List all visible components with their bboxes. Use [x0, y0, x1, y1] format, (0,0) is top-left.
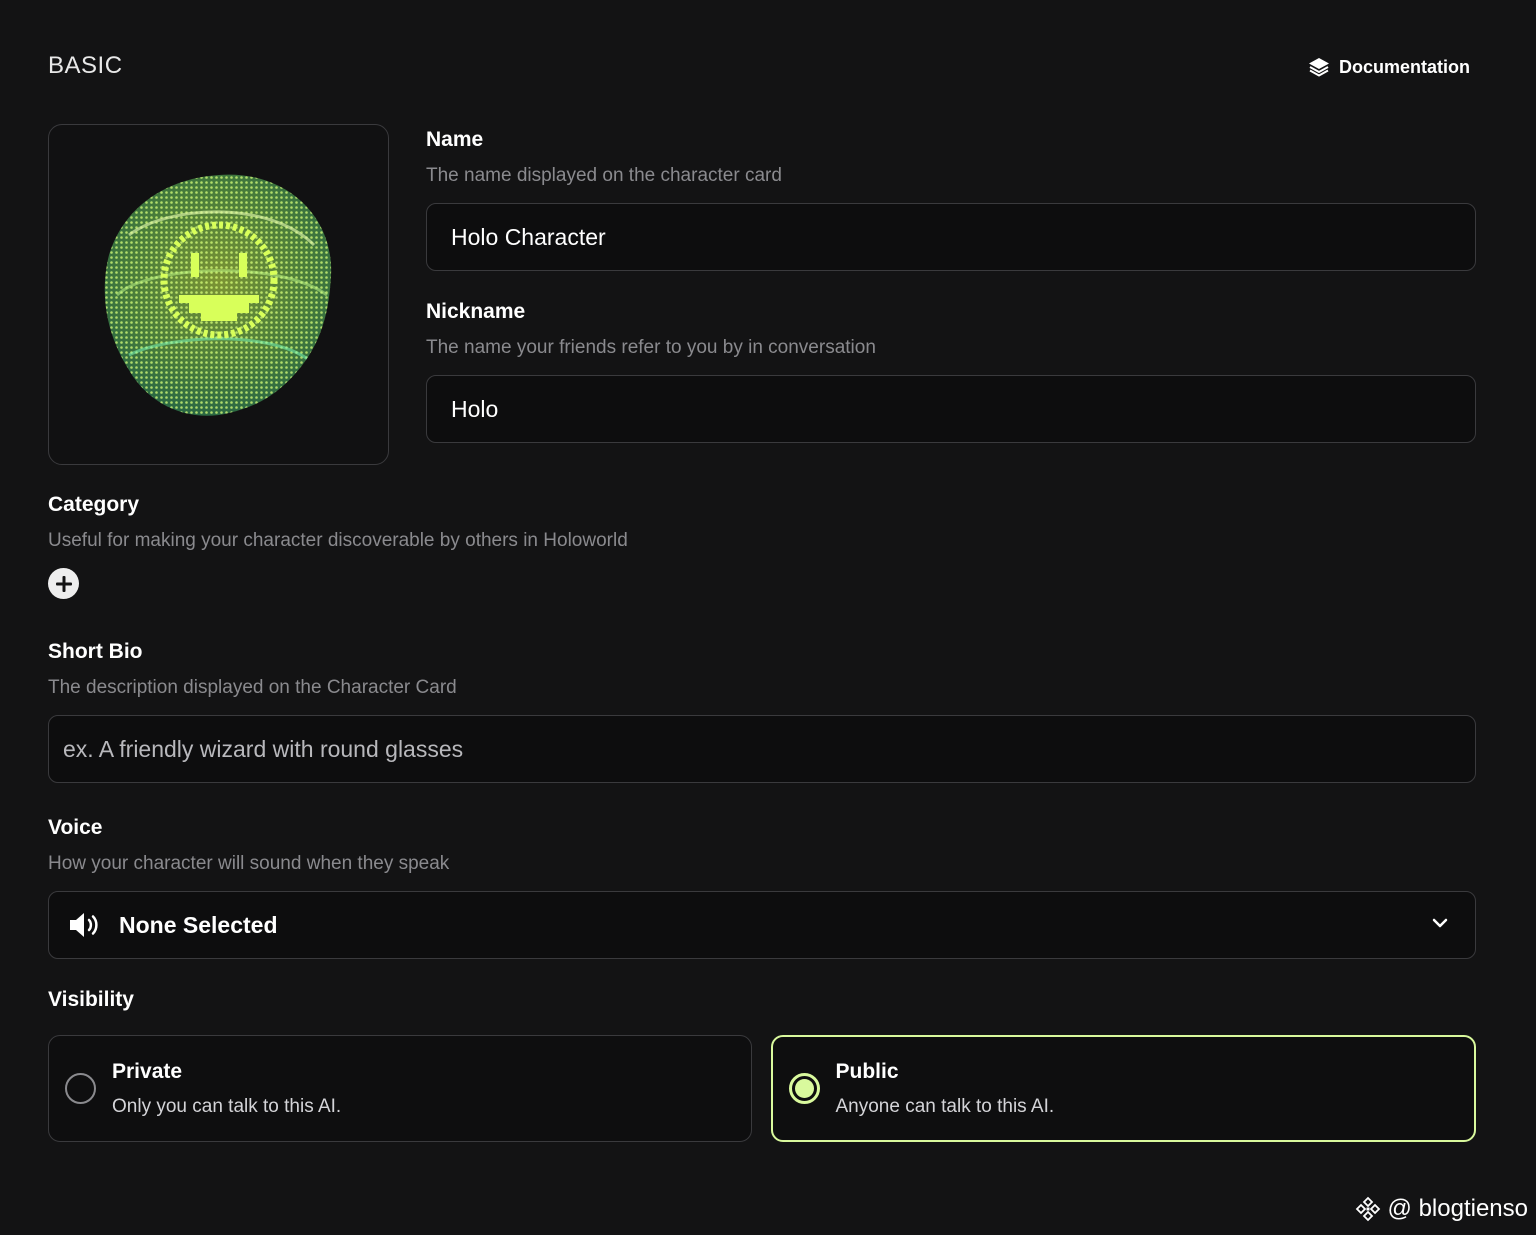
short-bio-field: Short Bio The description displayed on t… — [48, 640, 1476, 783]
public-desc: Anyone can talk to this AI. — [835, 1095, 1055, 1117]
visibility-private-option[interactable]: Private Only you can talk to this AI. — [48, 1035, 752, 1142]
watermark-text: @ blogtienso — [1387, 1195, 1528, 1222]
public-title: Public — [835, 1059, 899, 1083]
visibility-label: Visibility — [48, 988, 134, 1011]
short-bio-input[interactable]: ex. A friendly wizard with round glasses — [48, 715, 1476, 783]
voice-label: Voice — [48, 816, 103, 839]
nickname-input[interactable]: Holo — [426, 375, 1476, 443]
name-field: Name The name displayed on the character… — [426, 128, 1476, 271]
name-input[interactable]: Holo Character — [426, 203, 1476, 271]
section-title: BASIC — [48, 52, 123, 79]
category-field: Category Useful for making your characte… — [48, 493, 1476, 599]
voice-field: Voice How your character will sound when… — [48, 816, 1476, 959]
plus-icon — [55, 575, 72, 592]
visibility-public-option[interactable]: Public Anyone can talk to this AI. — [770, 1035, 1476, 1142]
watermark: @ blogtienso — [1354, 1195, 1528, 1223]
short-bio-hint: The description displayed on the Charact… — [48, 677, 457, 698]
private-title: Private — [112, 1059, 183, 1083]
binance-logo-icon — [1355, 1196, 1380, 1222]
voice-select[interactable]: None Selected — [48, 891, 1476, 959]
private-desc: Only you can talk to this AI. — [112, 1095, 342, 1117]
visibility-options: Private Only you can talk to this AI. Pu… — [48, 1035, 1476, 1142]
name-hint: The name displayed on the character card — [426, 165, 782, 186]
avatar-upload[interactable] — [48, 124, 389, 465]
add-category-button[interactable] — [48, 568, 79, 599]
chevron-down-icon — [1429, 912, 1451, 939]
layers-icon — [1308, 58, 1329, 77]
character-basic-form: BASIC Documentation Name The name displa… — [0, 0, 1536, 1235]
voice-selected-value: None Selected — [119, 911, 278, 938]
category-label: Category — [48, 493, 140, 516]
nickname-field: Nickname The name your friends refer to … — [426, 300, 1476, 443]
documentation-link[interactable]: Documentation — [1307, 55, 1470, 79]
private-radio[interactable] — [65, 1073, 96, 1104]
documentation-label: Documentation — [1338, 56, 1470, 77]
category-hint: Useful for making your character discove… — [48, 530, 628, 551]
holo-avatar-image — [104, 174, 331, 416]
nickname-label: Nickname — [426, 300, 526, 323]
public-radio[interactable] — [788, 1073, 820, 1104]
speaker-icon — [70, 913, 98, 937]
voice-hint: How your character will sound when they … — [48, 853, 450, 874]
nickname-hint: The name your friends refer to you by in… — [426, 337, 876, 358]
name-label: Name — [426, 128, 484, 151]
short-bio-label: Short Bio — [48, 640, 143, 663]
